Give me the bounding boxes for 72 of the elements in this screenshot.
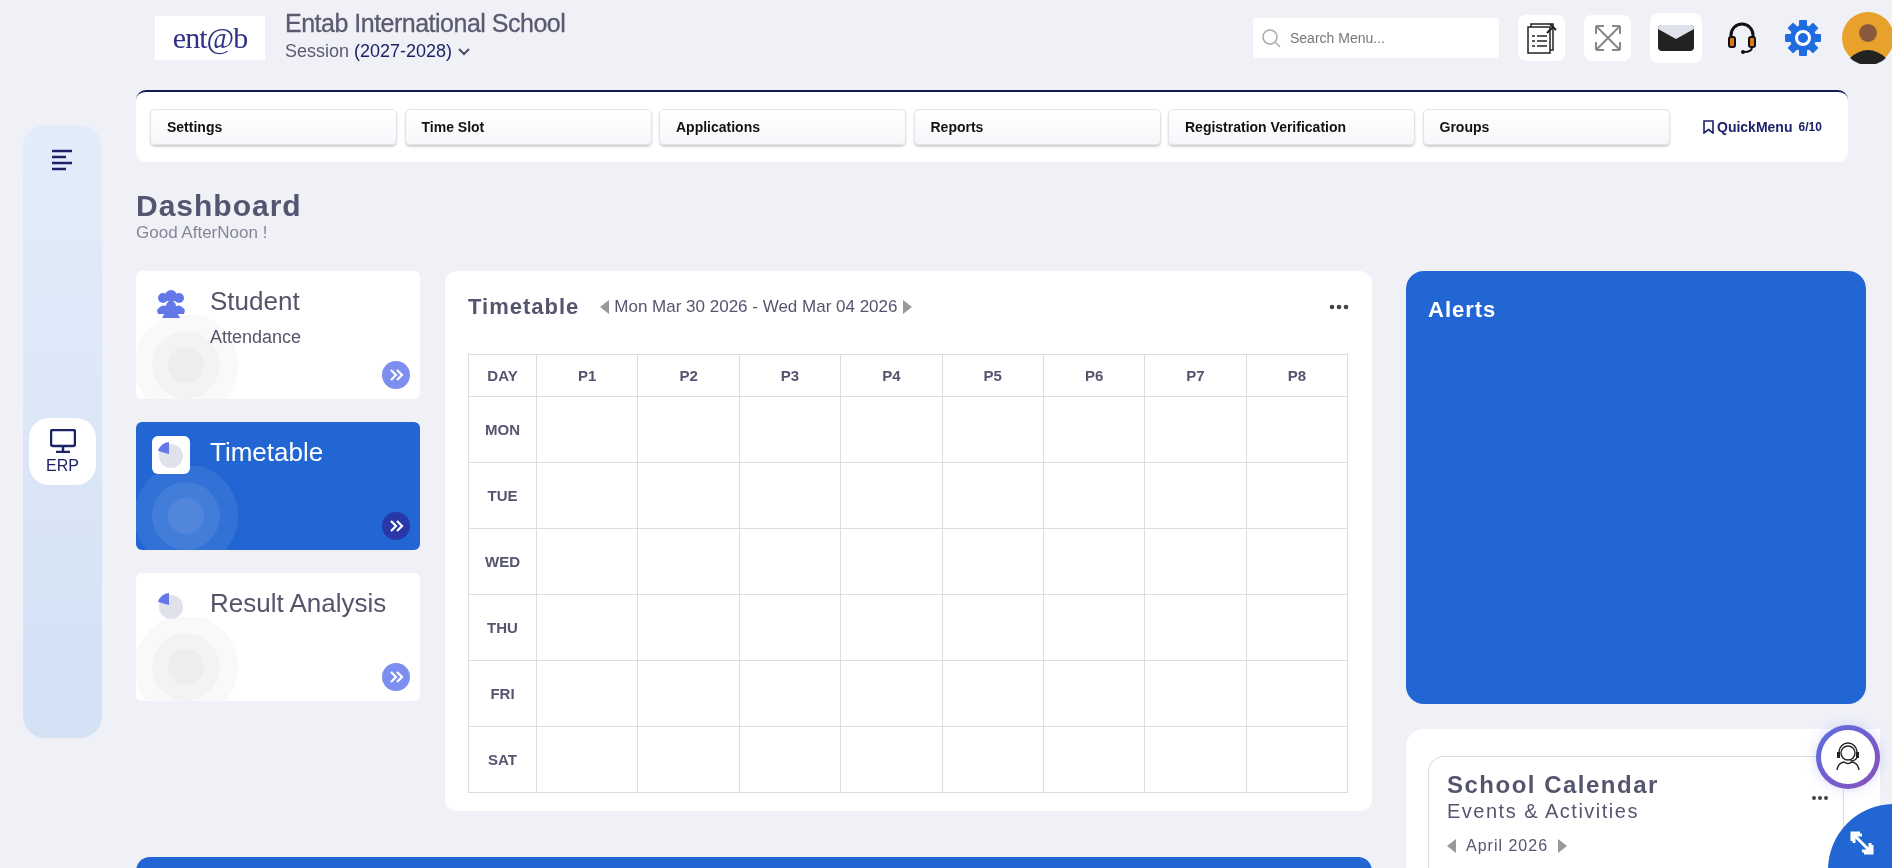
search-icon: [1261, 27, 1281, 48]
search-field[interactable]: Search Menu...: [1253, 17, 1499, 58]
quick-menu-item[interactable]: Time Slot: [404, 109, 652, 145]
dashboard-card[interactable]: Result Analysis: [136, 573, 420, 701]
month-label: April 2026: [1466, 837, 1549, 855]
column-header: P5: [942, 354, 1044, 397]
dashboard-card[interactable]: Timetable: [136, 422, 420, 550]
next-icon[interactable]: [901, 299, 913, 315]
date-range: Mon Mar 30 2026 - Wed Mar 04 2026: [614, 297, 898, 317]
sidebar-item[interactable]: ERP: [29, 418, 96, 485]
mail-button[interactable]: [1650, 12, 1702, 63]
row-header: FRI: [468, 660, 537, 727]
column-header: P1: [536, 354, 638, 397]
column-header: P4: [840, 354, 942, 397]
support-agent-icon: [1834, 742, 1862, 772]
quick-menu-item[interactable]: Groups: [1422, 109, 1670, 145]
double-chevron-icon: [388, 670, 404, 684]
settings-icon: [1783, 17, 1823, 58]
next-icon[interactable]: [1558, 839, 1568, 853]
row-header: THU: [468, 594, 537, 661]
card-title: Student: [210, 285, 301, 318]
panel-subtitle: Events & Activities: [1447, 800, 1640, 823]
quick-menu-item[interactable]: Reports: [913, 109, 1161, 145]
row-header: MON: [468, 396, 537, 463]
double-chevron-icon: [388, 519, 404, 533]
resize-icon: [1850, 830, 1874, 855]
quick-menu-count: 6/10: [1798, 120, 1822, 134]
user-avatar[interactable]: [1842, 11, 1892, 64]
greeting-text: Good AfterNoon !: [136, 223, 269, 243]
mail-icon: [1658, 22, 1694, 53]
column-header: P7: [1144, 354, 1247, 397]
more-icon[interactable]: [1811, 795, 1829, 801]
panel-title: School Calendar: [1447, 771, 1659, 799]
quick-menu-item[interactable]: Settings: [150, 109, 397, 145]
menu-icon: [51, 149, 74, 171]
pie-chart-icon: [156, 440, 186, 470]
page-title: Dashboard: [136, 189, 303, 223]
people-icon: [156, 290, 186, 318]
headset-icon: [1726, 20, 1758, 55]
column-header: DAY: [468, 354, 537, 397]
bookmark-icon: [1703, 120, 1714, 134]
row-header: TUE: [468, 462, 537, 529]
session-value[interactable]: (2027-2028): [354, 41, 453, 62]
monitor-icon: [49, 428, 76, 453]
quick-menu-item[interactable]: Applications: [659, 109, 906, 145]
previous-icon[interactable]: [1447, 839, 1456, 853]
column-header: P8: [1246, 354, 1348, 397]
fullscreen-button[interactable]: [1584, 14, 1631, 61]
panel-title: Timetable: [468, 294, 580, 320]
card-subtitle: Attendance: [210, 327, 302, 348]
pie-chart-icon: [156, 591, 186, 621]
double-chevron-icon: [388, 368, 404, 382]
notes-button[interactable]: [1518, 14, 1565, 61]
school-logo: ent@b: [155, 15, 265, 60]
column-header: P3: [739, 354, 841, 397]
panel-title: Alerts: [1428, 297, 1498, 323]
open-button[interactable]: [382, 512, 410, 540]
school-name: Entab International School: [285, 9, 566, 38]
row-header: SAT: [468, 726, 537, 793]
expand-icon: [1592, 22, 1623, 53]
quick-menu-link[interactable]: QuickMenu: [1717, 119, 1793, 135]
card-title: Result Analysis: [210, 587, 387, 620]
column-header: P2: [637, 354, 740, 397]
column-header: P6: [1043, 354, 1145, 397]
previous-icon[interactable]: [599, 299, 611, 315]
chevron-down-icon[interactable]: [457, 46, 472, 57]
card-title: Timetable: [210, 436, 324, 469]
session-label: Session: [285, 41, 350, 62]
more-icon[interactable]: [1329, 304, 1349, 310]
dashboard-card[interactable]: Student Attendance: [136, 271, 420, 399]
row-header: WED: [468, 528, 537, 595]
quick-menu-item[interactable]: Registration Verification: [1168, 109, 1415, 145]
